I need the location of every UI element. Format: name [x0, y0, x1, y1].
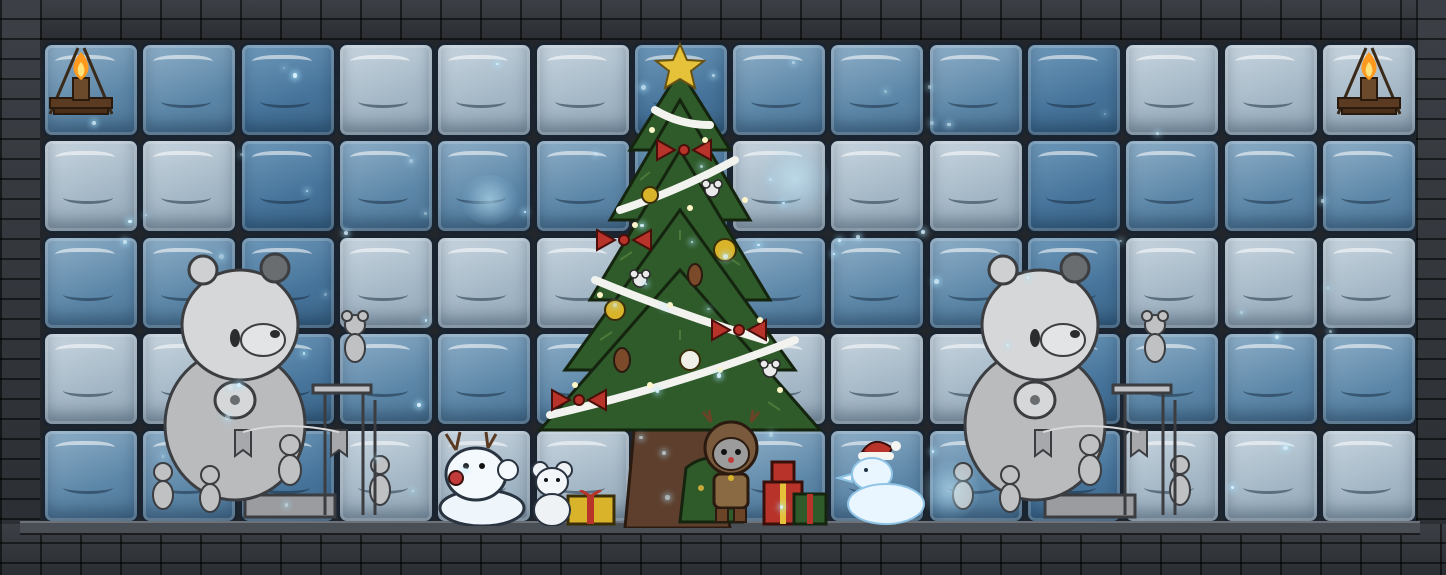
sparkle	[640, 223, 644, 228]
santa-hat-snow-duck-icon	[834, 441, 925, 525]
sparkle	[128, 219, 132, 224]
sparkle	[791, 61, 795, 65]
ice-block	[926, 42, 1025, 138]
ice-block	[1319, 331, 1416, 428]
sparkle	[707, 307, 710, 311]
sparkle	[641, 84, 647, 90]
sparkle	[1006, 344, 1010, 347]
reindeer-snowman[interactable]	[436, 430, 528, 528]
sparkle	[933, 279, 939, 285]
sparkle	[1240, 311, 1243, 314]
ice-block	[42, 427, 140, 522]
sparkle	[324, 292, 328, 296]
ice-block	[435, 234, 534, 331]
magic-glow	[920, 460, 980, 520]
ice-block	[828, 234, 927, 331]
sparkle	[225, 414, 230, 420]
sparkle	[639, 435, 643, 440]
ice-block	[42, 331, 140, 428]
ice-block	[1319, 234, 1416, 331]
ice-block	[828, 331, 927, 428]
ice-block	[140, 42, 239, 138]
sparkle	[1283, 445, 1288, 451]
sparkle	[496, 62, 499, 65]
sparkle	[722, 254, 728, 259]
ice-block	[42, 138, 140, 235]
sparkle	[929, 120, 934, 125]
ice-block	[435, 331, 534, 428]
sparkle	[665, 494, 670, 500]
sparkle	[1326, 286, 1329, 289]
sparkle	[1119, 239, 1122, 242]
ice-block	[926, 138, 1025, 235]
ice-block	[1221, 234, 1320, 331]
ice-block	[238, 138, 337, 235]
sparkle	[757, 243, 760, 247]
bear-statue-icon	[152, 252, 391, 519]
sparkle	[931, 450, 935, 453]
stone-wall-right	[1416, 0, 1446, 575]
ice-block	[1319, 427, 1416, 522]
sparkle	[236, 383, 241, 387]
ice-block	[1221, 42, 1320, 138]
snow-mouse[interactable]	[530, 458, 574, 527]
ice-block	[336, 42, 435, 138]
ice-block	[828, 42, 927, 138]
sparkle	[662, 304, 667, 310]
sparkle	[946, 122, 951, 127]
ice-block	[1025, 138, 1123, 235]
snow-mouse-icon	[531, 461, 573, 527]
sparkle	[1320, 199, 1325, 203]
sparkle	[883, 89, 887, 93]
ice-block	[1221, 331, 1320, 428]
gift-box-icon	[762, 460, 828, 526]
sparkle	[227, 385, 233, 390]
sparkle	[1230, 486, 1234, 490]
ice-block	[140, 138, 239, 235]
ice-block	[1025, 42, 1123, 138]
sparkle	[662, 451, 666, 455]
magic-glow	[460, 175, 520, 225]
wall-torch-right[interactable]	[1334, 44, 1404, 124]
stone-ceiling	[0, 0, 1446, 40]
sparkle	[305, 189, 309, 192]
gift-box-right[interactable]	[758, 460, 830, 526]
sparkle	[594, 152, 598, 156]
ice-block	[828, 138, 927, 235]
sparkle	[838, 238, 841, 242]
ice-block	[1123, 42, 1222, 138]
ice-block	[336, 138, 435, 235]
wall-torch-icon	[1336, 47, 1402, 115]
sparkle	[716, 373, 722, 378]
sparkle	[122, 239, 127, 244]
sparkle	[691, 240, 694, 243]
sparkle	[927, 85, 932, 89]
ice-block	[1221, 427, 1320, 522]
sparkle	[161, 455, 165, 458]
ice-block	[238, 42, 337, 138]
reindeer-snowman-icon	[438, 431, 526, 528]
stone-wall-left	[0, 0, 40, 575]
sparkle	[292, 73, 298, 78]
sparkle	[655, 389, 659, 393]
ice-block	[1319, 138, 1416, 235]
ice-block	[435, 42, 534, 138]
ice-block	[42, 234, 140, 331]
ice-block	[1123, 138, 1222, 235]
sparkle	[408, 158, 413, 164]
game-scene	[0, 0, 1446, 575]
wall-torch-left[interactable]	[46, 44, 116, 124]
player-mouse[interactable]	[696, 408, 766, 526]
sparkle	[424, 319, 428, 322]
reindeer-hood-mouse-icon	[701, 409, 761, 523]
ice-block	[1221, 138, 1320, 235]
bear-statue-left[interactable]	[135, 250, 395, 525]
snow-duck[interactable]	[834, 434, 930, 526]
sparkle	[712, 73, 715, 77]
sparkle	[1155, 132, 1159, 136]
sparkle	[284, 503, 289, 507]
wall-torch-icon	[48, 47, 114, 115]
